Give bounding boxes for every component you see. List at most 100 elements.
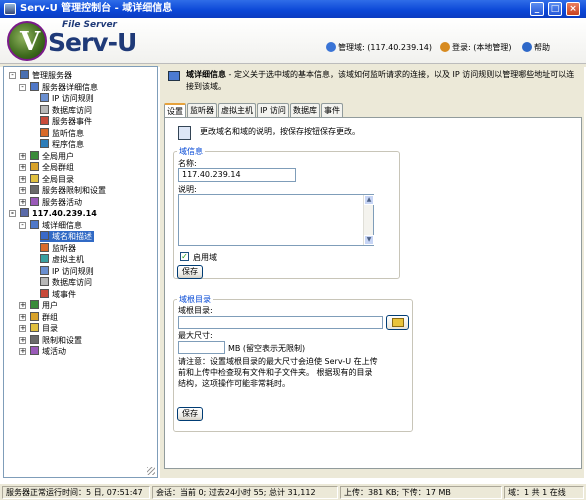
scroll-up-icon[interactable]: ▲ <box>364 195 374 205</box>
tree-item[interactable]: IP 访问规则 <box>40 93 96 104</box>
collapse-icon[interactable]: - <box>19 83 26 91</box>
expand-icon[interactable]: + <box>19 198 26 206</box>
expand-icon[interactable]: + <box>19 348 26 355</box>
scroll-down-icon[interactable]: ▼ <box>364 235 374 245</box>
help-icon <box>522 42 532 52</box>
domain-name-icon <box>40 231 49 240</box>
info-text: - 定义关于选中域的基本信息，该域如何监听请求的连接，以及 IP 访问规则以管理… <box>186 70 575 91</box>
tree-item[interactable]: + 服务器限制和设置 <box>19 185 108 196</box>
domain-name-field[interactable]: 117.40.239.14 <box>178 168 296 182</box>
settings-icon <box>30 334 39 344</box>
root-dir-field[interactable] <box>178 316 383 329</box>
manage-domain-link[interactable]: 管理域: (117.40.239.14) <box>326 42 432 53</box>
tree-item[interactable]: + 用户 <box>19 300 60 311</box>
tree-item[interactable]: + 目录 <box>19 323 60 334</box>
info-title: 域详细信息 <box>186 70 226 79</box>
tree-item[interactable]: 域事件 <box>40 288 78 300</box>
expand-icon[interactable]: + <box>19 313 26 321</box>
root-dir-label: 域根目录: <box>178 306 213 315</box>
tree-item[interactable]: - 117.40.239.14 <box>9 208 99 219</box>
tree-item[interactable]: - 服务器详细信息 <box>19 81 100 93</box>
description-scrollbar[interactable]: ▲ ▼ <box>363 195 374 245</box>
tree-item-label: 用户 <box>42 301 58 310</box>
tab-settings[interactable]: 设置 <box>164 103 186 118</box>
tree-item-label: 管理服务器 <box>32 71 72 80</box>
login-link[interactable]: 登录: (本地管理) <box>440 42 511 53</box>
tab-listeners[interactable]: 监听器 <box>187 103 217 117</box>
tree-item[interactable]: IP 访问规则 <box>40 265 96 277</box>
server-icon <box>20 70 29 79</box>
collapse-icon[interactable]: - <box>9 210 16 217</box>
tree-item[interactable]: + 服务器活动 <box>19 196 84 208</box>
collapse-icon[interactable]: - <box>9 72 16 79</box>
tree-item-label: 监听器 <box>52 243 76 253</box>
tree-item-label: 全局用户 <box>42 151 74 161</box>
tree-item-label: 群组 <box>42 312 58 322</box>
tree-item[interactable]: 服务器事件 <box>40 116 94 127</box>
tree-item-label: 全局目录 <box>42 174 74 184</box>
tree-item-label: 服务器事件 <box>52 117 92 126</box>
tree-item[interactable]: + 全局群组 <box>19 162 76 173</box>
directory-icon <box>30 323 39 332</box>
tree-item-label: 虚拟主机 <box>52 255 84 264</box>
tab-events[interactable]: 事件 <box>321 103 343 117</box>
tree-item[interactable]: + 群组 <box>19 311 60 323</box>
login-label: 登录: (本地管理) <box>452 43 512 52</box>
max-size-field[interactable] <box>178 341 225 354</box>
tree-item[interactable]: + 全局用户 <box>19 150 76 162</box>
expand-icon[interactable]: + <box>19 325 26 332</box>
tree-item[interactable]: + 限制和设置 <box>19 334 84 346</box>
enable-domain-checkbox[interactable]: ✓ <box>180 252 189 261</box>
tree-item-label: 域活动 <box>42 347 66 356</box>
tree-item-label: 目录 <box>42 324 58 333</box>
tab-virtual-hosts[interactable]: 虚拟主机 <box>218 103 256 117</box>
help-link[interactable]: 帮助 <box>522 42 550 53</box>
resize-grip-icon[interactable] <box>147 467 155 475</box>
expand-icon[interactable]: + <box>19 152 26 160</box>
tree-item-label: 域名和描述 <box>52 232 92 241</box>
tree-item-label: 服务器活动 <box>42 197 82 207</box>
edit-domain-icon <box>178 126 191 140</box>
tree-item[interactable]: 数据库访问 <box>40 277 94 288</box>
domain-description-field[interactable]: ▲ ▼ <box>178 194 374 246</box>
save-root-button[interactable]: 保存 <box>177 407 203 421</box>
expand-icon[interactable]: + <box>19 164 26 171</box>
tree-item[interactable]: + 域活动 <box>19 346 68 357</box>
close-button[interactable]: × <box>566 2 580 16</box>
expand-icon[interactable]: + <box>19 175 26 183</box>
navigation-tree[interactable]: - 管理服务器 - 服务器详细信息 IP 访问规则 数据库访问 服务器事件 监听信息 程序信息 +… <box>3 66 158 478</box>
groups-icon <box>30 311 39 321</box>
collapse-icon[interactable]: - <box>19 221 26 229</box>
expand-icon[interactable]: + <box>19 336 26 344</box>
expand-icon[interactable]: + <box>19 187 26 194</box>
directory-icon <box>30 173 39 183</box>
tab-ip-access[interactable]: IP 访问 <box>257 103 289 117</box>
max-size-label: 最大尺寸: <box>178 331 213 340</box>
tree-item-label: 全局群组 <box>42 163 74 172</box>
server-details-icon <box>30 81 39 91</box>
tree-item[interactable]: + 全局目录 <box>19 173 76 185</box>
tree-item[interactable]: 监听器 <box>40 242 78 254</box>
maximize-button[interactable]: □ <box>548 2 562 16</box>
ip-rules-icon <box>40 93 49 102</box>
tree-item[interactable]: - 管理服务器 <box>9 70 74 81</box>
expand-icon[interactable]: + <box>19 302 26 309</box>
save-domain-button[interactable]: 保存 <box>177 265 203 279</box>
tree-item[interactable]: 数据库访问 <box>40 104 94 116</box>
tree-item[interactable]: 监听信息 <box>40 127 86 139</box>
logo-text: Serv-U <box>48 28 137 57</box>
folder-icon <box>391 318 404 327</box>
domain-root-group-title: 域根目录 <box>177 294 213 305</box>
tree-item[interactable]: - 域详细信息 <box>19 219 84 231</box>
browse-folder-button[interactable] <box>386 315 409 330</box>
max-size-unit: MB (留空表示无限制) <box>228 344 306 353</box>
tree-item[interactable]: 域名和描述 <box>40 231 94 242</box>
users-icon <box>30 300 39 309</box>
tree-item[interactable]: 虚拟主机 <box>40 254 86 265</box>
activity-icon <box>30 346 39 355</box>
minimize-button[interactable]: _ <box>530 2 544 16</box>
tree-item[interactable]: 程序信息 <box>40 139 86 150</box>
window-title: Serv-U 管理控制台 - 域详细信息 <box>20 3 173 14</box>
events-icon <box>40 288 49 298</box>
tab-database[interactable]: 数据库 <box>290 103 320 117</box>
